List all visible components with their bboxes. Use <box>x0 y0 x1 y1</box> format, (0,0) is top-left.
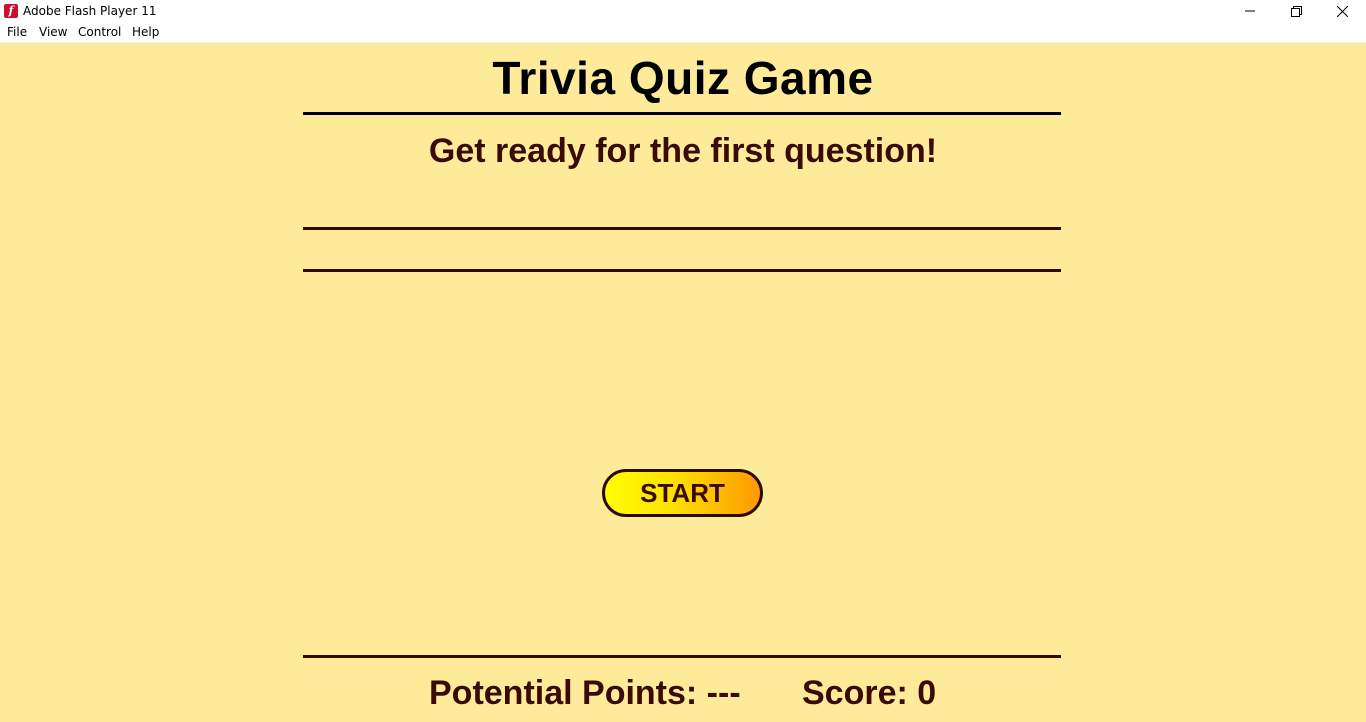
menu-view[interactable]: View <box>39 25 67 39</box>
footer-divider <box>303 655 1061 658</box>
close-icon <box>1336 5 1348 17</box>
answer-divider-top <box>303 227 1061 230</box>
game-stage: Trivia Quiz Game Get ready for the first… <box>0 43 1366 722</box>
close-button[interactable] <box>1319 0 1365 22</box>
restore-icon <box>1290 5 1302 17</box>
start-button[interactable]: START <box>602 469 763 517</box>
window-titlebar: f Adobe Flash Player 11 <box>0 0 1366 22</box>
flash-icon: f <box>4 4 18 18</box>
score: Score: 0 <box>802 674 937 712</box>
menu-help[interactable]: Help <box>132 25 159 39</box>
menu-file[interactable]: File <box>7 25 27 39</box>
title-divider <box>303 112 1061 115</box>
minimize-button[interactable] <box>1227 0 1273 22</box>
menu-control[interactable]: Control <box>78 25 121 39</box>
menu-bar: File View Control Help <box>0 22 1366 43</box>
answer-divider-bottom <box>303 269 1061 272</box>
potential-points: Potential Points: --- <box>429 674 741 712</box>
minimize-icon <box>1245 10 1255 12</box>
score-footer: Potential Points: --- Score: 0 <box>0 674 1366 714</box>
question-message: Get ready for the first question! <box>428 132 938 170</box>
game-title: Trivia Quiz Game <box>492 52 874 104</box>
window-title: Adobe Flash Player 11 <box>23 4 157 18</box>
restore-button[interactable] <box>1273 0 1319 22</box>
